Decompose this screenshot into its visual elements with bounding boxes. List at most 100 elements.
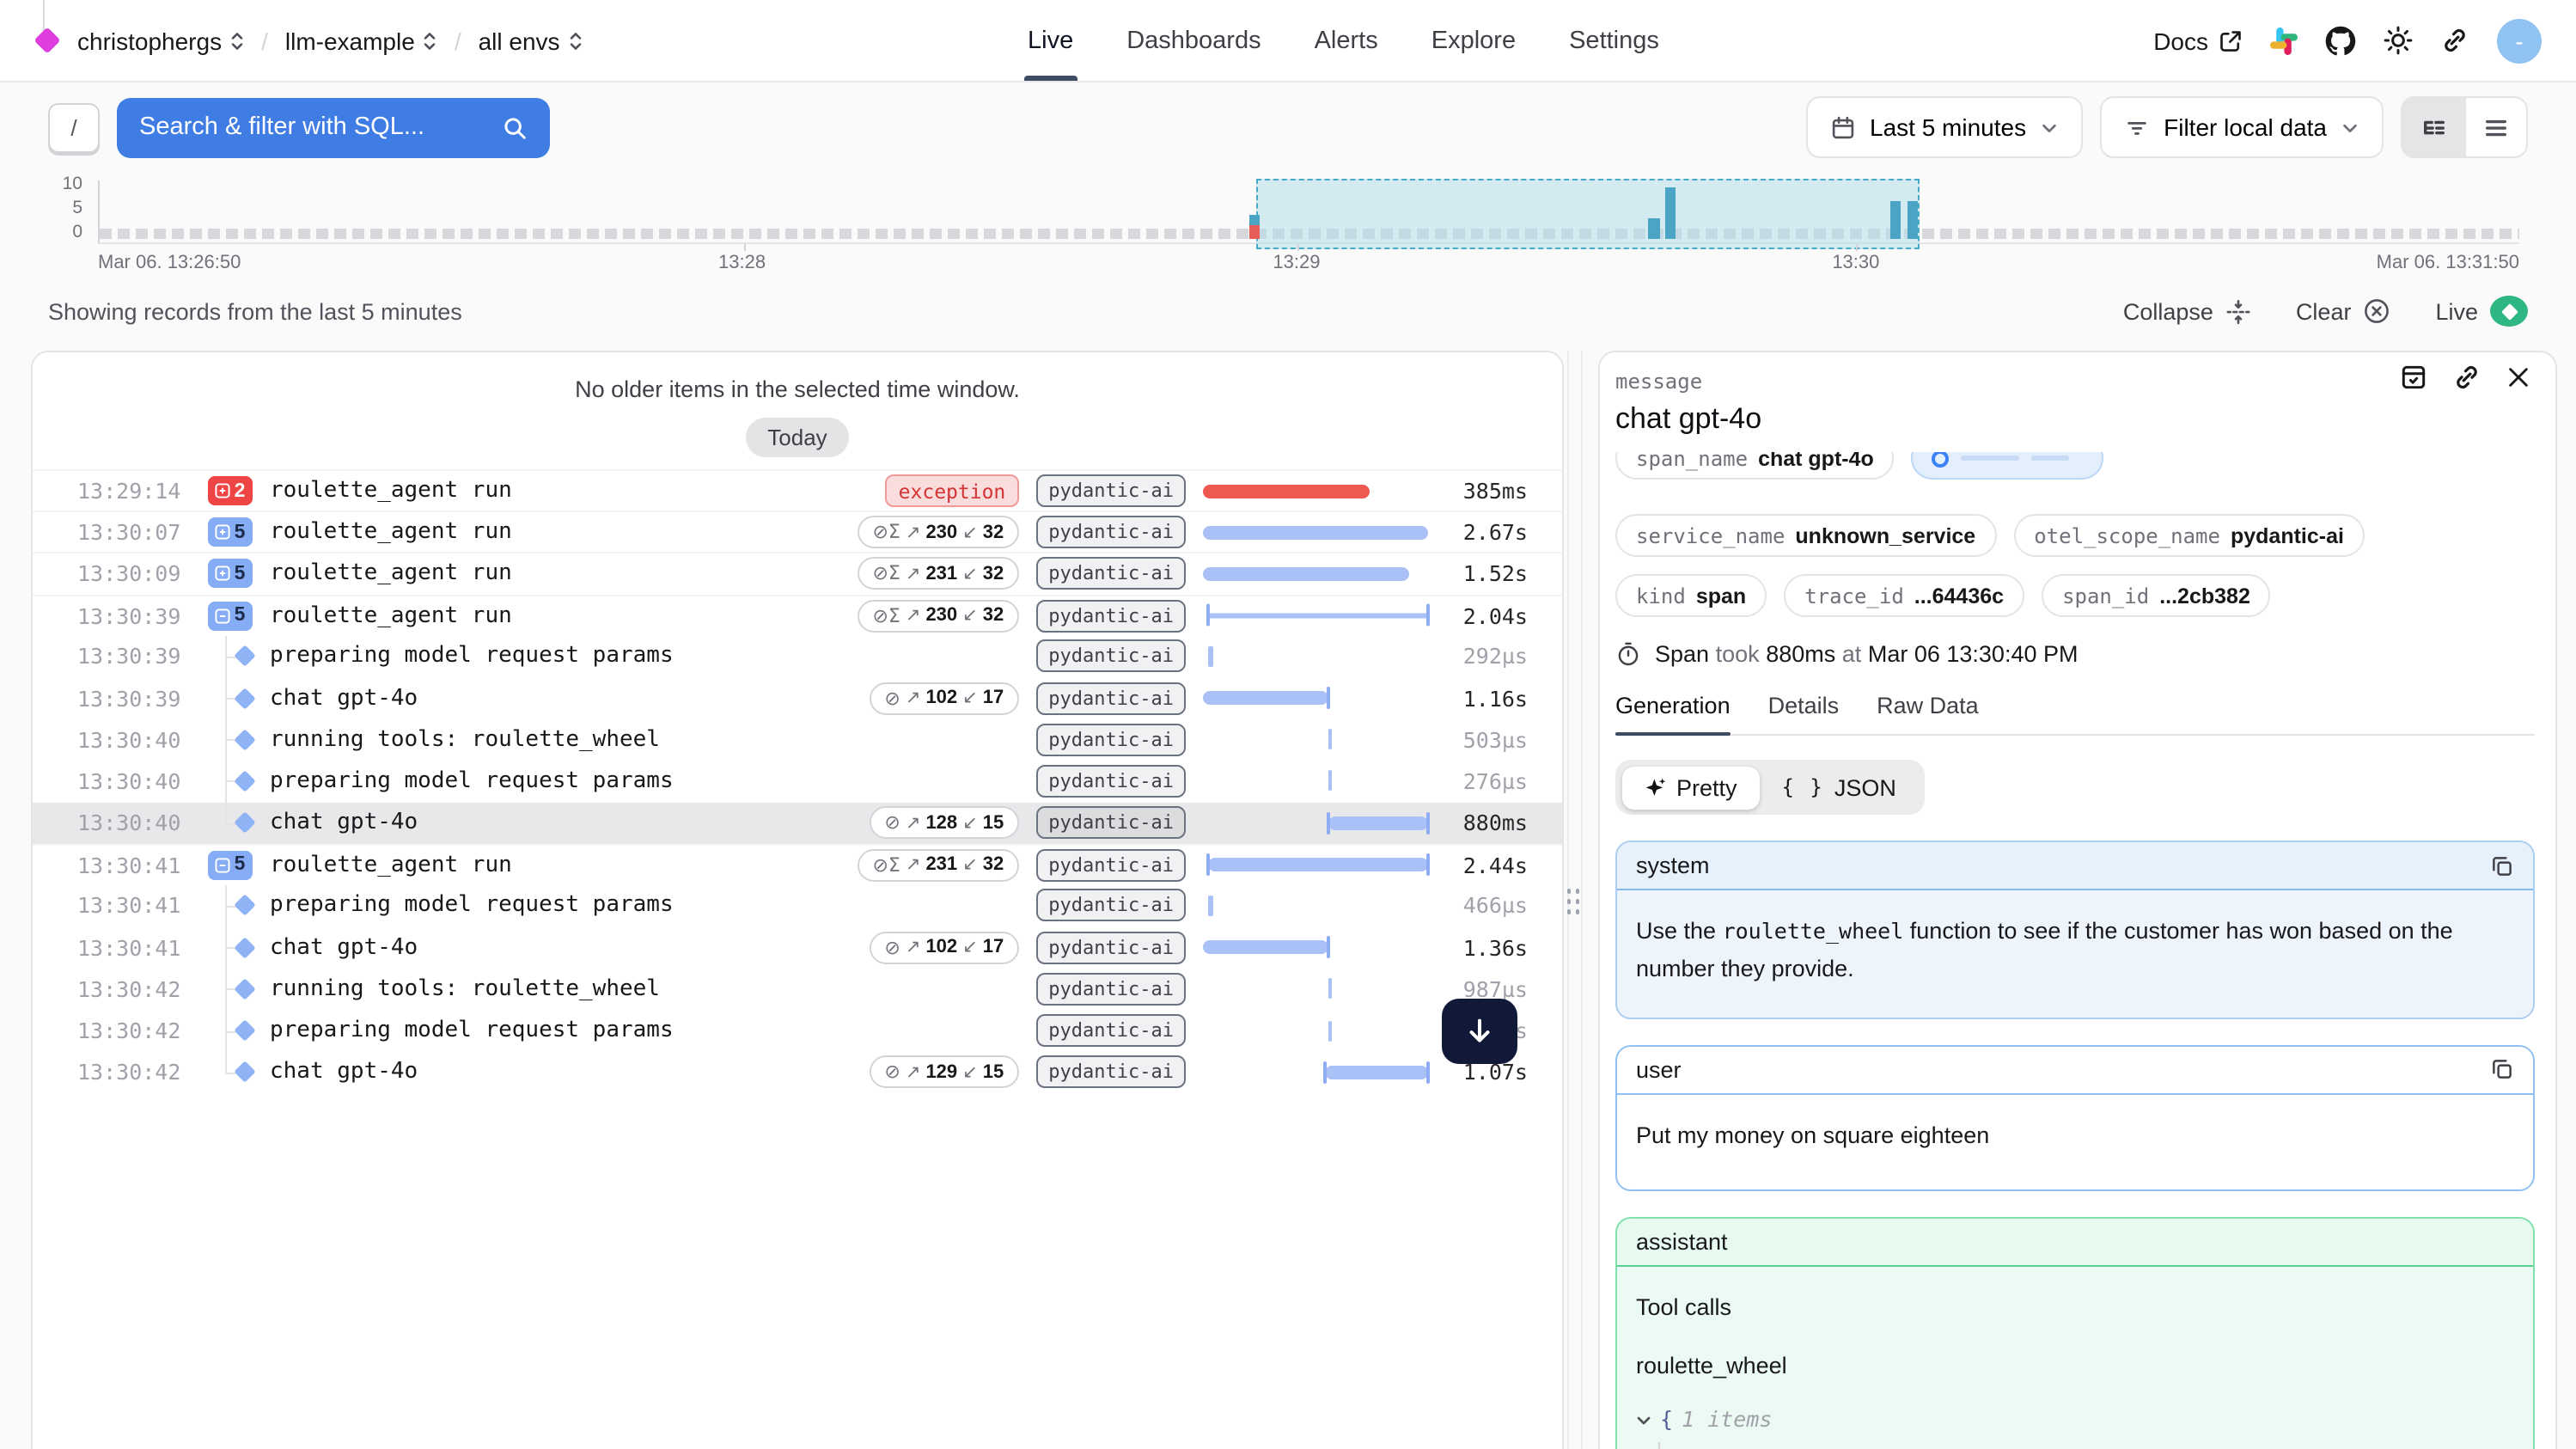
- tag-pill-service_name[interactable]: service_nameunknown_service: [1615, 514, 1996, 557]
- scope-tag[interactable]: pydantic-ai: [1036, 931, 1186, 963]
- trace-row[interactable]: 13:30:075roulette_agent run⊘Σ↗230↙32pyda…: [33, 511, 1562, 552]
- x-tick-label: Mar 06. 13:31:50: [2377, 253, 2519, 273]
- today-pill[interactable]: Today: [745, 418, 849, 457]
- duration-bar-cell: [1194, 926, 1428, 968]
- logfire-logo-icon[interactable]: [34, 27, 60, 53]
- span-diamond-icon: [234, 895, 255, 916]
- detail-tab-details[interactable]: Details: [1768, 693, 1840, 734]
- trace-row[interactable]: 13:30:42chat gpt-4o⊘↗129↙15pydantic-ai1.…: [33, 1051, 1562, 1092]
- scope-tag[interactable]: pydantic-ai: [1036, 806, 1186, 839]
- row-duration: 385ms: [1428, 478, 1562, 504]
- share-link-icon[interactable]: [2440, 26, 2469, 55]
- scope-tag[interactable]: pydantic-ai: [1036, 474, 1186, 507]
- chart-plot-area[interactable]: [98, 180, 2519, 244]
- slack-icon[interactable]: [2270, 27, 2298, 54]
- tokens-in: 128: [925, 812, 957, 833]
- live-toggle[interactable]: Live: [2435, 296, 2528, 327]
- github-icon[interactable]: [2325, 25, 2356, 56]
- collapse-badge[interactable]: 5: [208, 601, 253, 630]
- scope-tag[interactable]: pydantic-ai: [1036, 973, 1186, 1006]
- trace-row[interactable]: 13:30:415roulette_agent run⊘Σ↗231↙32pyda…: [33, 843, 1562, 884]
- expand-badge[interactable]: 2: [208, 476, 253, 505]
- chart-time-selection[interactable]: [1256, 179, 1920, 249]
- collapse-button[interactable]: Collapse: [2123, 298, 2251, 324]
- trace-row[interactable]: 13:30:39chat gpt-4o⊘↗102↙17pydantic-ai1.…: [33, 677, 1562, 718]
- scope-tag[interactable]: pydantic-ai: [1036, 890, 1186, 922]
- trace-row[interactable]: 13:30:42preparing model request paramspy…: [33, 1010, 1562, 1051]
- tag-pill-trace_id[interactable]: trace_id...64436c: [1784, 574, 2024, 617]
- tree-view-button[interactable]: [2402, 98, 2464, 156]
- duration-bar-cell: [1194, 761, 1428, 802]
- bar-cap: [1323, 1061, 1327, 1083]
- collapse-badge[interactable]: 5: [208, 851, 253, 880]
- scope-tag[interactable]: pydantic-ai: [1036, 682, 1186, 714]
- tag-pill-kind[interactable]: kindspan: [1615, 574, 1767, 617]
- records-status-text: Showing records from the last 5 minutes: [48, 298, 462, 324]
- tab-settings[interactable]: Settings: [1569, 0, 1659, 81]
- trace-row[interactable]: 13:30:40chat gpt-4o⊘↗128↙15pydantic-ai88…: [33, 802, 1562, 843]
- trace-row[interactable]: 13:30:395roulette_agent run⊘Σ↗230↙32pyda…: [33, 594, 1562, 635]
- time-range-button[interactable]: Last 5 minutes: [1806, 96, 2083, 158]
- scope-tag[interactable]: pydantic-ai: [1036, 723, 1186, 755]
- bar-cap: [1328, 936, 1331, 958]
- tab-live[interactable]: Live: [1028, 0, 1073, 81]
- scope-tag[interactable]: pydantic-ai: [1036, 849, 1186, 882]
- exception-tag[interactable]: exception: [885, 474, 1020, 507]
- braces-icon: { }: [1782, 775, 1824, 799]
- toggle-json[interactable]: { }JSON: [1760, 766, 1919, 809]
- breadcrumb-item-christophergs[interactable]: christophergs: [77, 27, 244, 54]
- tab-alerts[interactable]: Alerts: [1315, 0, 1378, 81]
- breadcrumb-item-llm-example[interactable]: llm-example: [285, 27, 437, 54]
- pin-panel-icon[interactable]: [2399, 363, 2428, 392]
- row-right-zone: ⊘↗102↙17: [869, 931, 1019, 963]
- tag-pill-span_id[interactable]: span_id...2cb382: [2042, 574, 2271, 617]
- scroll-to-bottom-button[interactable]: [1442, 999, 1517, 1064]
- tag-pill-span_name[interactable]: span_namechat gpt-4o: [1615, 452, 1895, 480]
- duration-bar: [1203, 526, 1427, 540]
- detail-tab-generation[interactable]: Generation: [1615, 693, 1731, 734]
- tab-explore[interactable]: Explore: [1431, 0, 1516, 81]
- search-icon: [502, 114, 528, 140]
- trace-row[interactable]: 13:30:095roulette_agent run⊘Σ↗231↙32pyda…: [33, 553, 1562, 594]
- copy-icon[interactable]: [2490, 853, 2514, 877]
- search-button[interactable]: Search & filter with SQL...: [117, 97, 550, 157]
- panel-resize-handle[interactable]: [1566, 883, 1584, 925]
- clear-button[interactable]: Clear: [2296, 297, 2391, 325]
- filter-local-data-button[interactable]: Filter local data: [2100, 96, 2384, 158]
- expand-badge[interactable]: 5: [208, 518, 253, 547]
- scope-tag[interactable]: pydantic-ai: [1036, 640, 1186, 673]
- tokens-in-arrow-icon: ↗: [906, 564, 921, 584]
- detail-tab-raw-data[interactable]: Raw Data: [1877, 693, 1979, 734]
- copy-link-icon[interactable]: [2452, 363, 2481, 392]
- breadcrumb-item-all-envs[interactable]: all envs: [479, 27, 583, 54]
- clipped-tag-pill[interactable]: [1912, 452, 2104, 480]
- tokens-out: 32: [983, 564, 1004, 584]
- close-panel-icon[interactable]: [2506, 364, 2531, 390]
- list-view-button[interactable]: [2464, 98, 2526, 156]
- tag-pill-otel_scope_name[interactable]: otel_scope_namepydantic-ai: [2013, 514, 2365, 557]
- theme-toggle-icon[interactable]: [2384, 26, 2413, 55]
- toggle-pretty[interactable]: Pretty: [1621, 766, 1760, 809]
- scope-tag[interactable]: pydantic-ai: [1036, 1055, 1186, 1088]
- trace-row[interactable]: 13:30:41chat gpt-4o⊘↗102↙17pydantic-ai1.…: [33, 926, 1562, 968]
- scope-tag[interactable]: pydantic-ai: [1036, 558, 1186, 590]
- scope-tag[interactable]: pydantic-ai: [1036, 765, 1186, 798]
- avatar[interactable]: -: [2497, 18, 2542, 63]
- trace-row[interactable]: 13:30:40running tools: roulette_wheelpyd…: [33, 718, 1562, 760]
- tokens-in: 102: [925, 937, 957, 957]
- trace-row[interactable]: 13:30:40preparing model request paramspy…: [33, 761, 1562, 802]
- trace-row[interactable]: 13:30:39preparing model request paramspy…: [33, 636, 1562, 677]
- tab-dashboards[interactable]: Dashboards: [1126, 0, 1261, 81]
- x-tick-label: 13:30: [1832, 253, 1879, 273]
- scope-tag[interactable]: pydantic-ai: [1036, 1014, 1186, 1047]
- scope-tag[interactable]: pydantic-ai: [1036, 517, 1186, 549]
- docs-link[interactable]: Docs: [2153, 27, 2243, 54]
- expand-badge[interactable]: 5: [208, 559, 253, 589]
- scope-tag[interactable]: pydantic-ai: [1036, 599, 1186, 632]
- assistant-message-card: assistant Tool calls roulette_wheel { 1 …: [1615, 1217, 2535, 1449]
- json-collapse-row[interactable]: { 1 items: [1636, 1403, 2514, 1439]
- trace-row[interactable]: 13:30:41preparing model request paramspy…: [33, 885, 1562, 926]
- trace-row[interactable]: 13:30:42running tools: roulette_wheelpyd…: [33, 969, 1562, 1010]
- trace-row[interactable]: 13:29:142roulette_agent runexceptionpyda…: [33, 469, 1562, 511]
- copy-icon[interactable]: [2490, 1057, 2514, 1081]
